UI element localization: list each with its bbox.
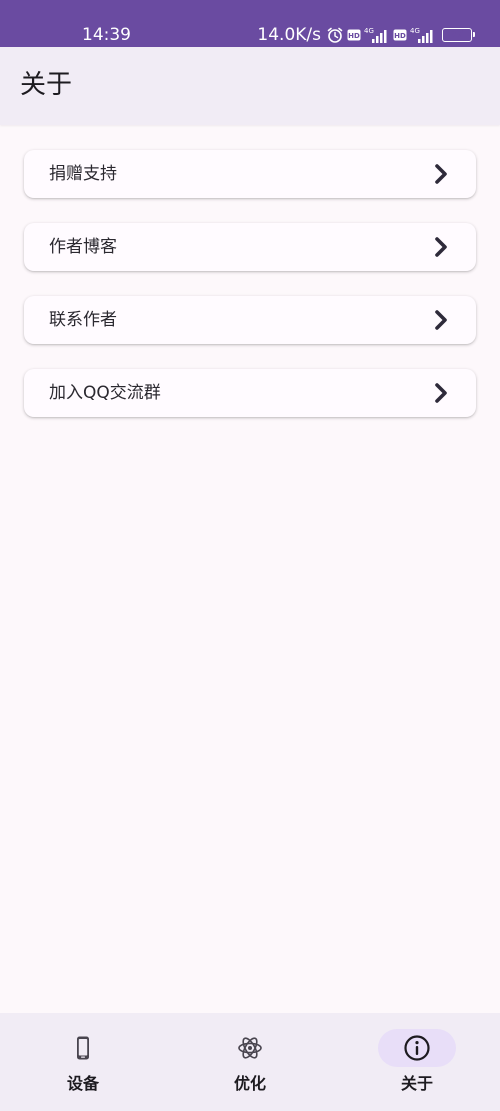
join-qq-group-item[interactable]: 加入QQ交流群 xyxy=(24,369,476,417)
app-bar: 关于 xyxy=(0,47,500,125)
donate-support-item[interactable]: 捐赠支持 xyxy=(24,150,476,198)
status-time: 14:39 xyxy=(82,25,131,45)
page-title: 关于 xyxy=(20,70,73,100)
status-net-speed: 14.0K/s xyxy=(257,25,321,45)
join-qq-group-label: 加入QQ交流群 xyxy=(49,383,161,403)
svg-text:HD: HD xyxy=(348,32,360,40)
nav-tab-device[interactable]: 设备 xyxy=(0,1013,166,1111)
nav-tab-about[interactable]: 关于 xyxy=(334,1013,500,1111)
info-icon xyxy=(404,1035,430,1061)
svg-text:4G: 4G xyxy=(364,27,374,35)
author-blog-item[interactable]: 作者博客 xyxy=(24,223,476,271)
hd-icon: HD xyxy=(347,29,361,41)
battery-icon: 77 xyxy=(442,28,475,42)
atom-icon xyxy=(238,1037,262,1059)
signal-4g-icon: 4G xyxy=(410,27,433,43)
bottom-navigation: 设备 优化 关于 xyxy=(0,1013,500,1111)
chevron-right-icon xyxy=(435,164,447,184)
chevron-right-icon xyxy=(435,383,447,403)
svg-text:4G: 4G xyxy=(410,27,420,35)
nav-label-optimize: 优化 xyxy=(233,1074,266,1093)
status-icons: 14.0K/s HD 4G HD 4G 77 xyxy=(257,24,475,46)
nav-label-device: 设备 xyxy=(66,1074,99,1093)
about-menu-list: 捐赠支持 作者博客 联系作者 加入QQ交流群 xyxy=(24,150,476,442)
svg-text:HD: HD xyxy=(394,32,406,40)
nav-label-about: 关于 xyxy=(400,1074,433,1093)
hd-icon: HD xyxy=(393,29,407,41)
contact-author-label: 联系作者 xyxy=(49,310,117,330)
chevron-right-icon xyxy=(435,310,447,330)
alarm-icon xyxy=(327,27,343,43)
donate-support-label: 捐赠支持 xyxy=(49,164,117,184)
phone-device-icon xyxy=(77,1036,89,1060)
battery-percent: 77 xyxy=(450,29,464,40)
author-blog-label: 作者博客 xyxy=(49,237,117,257)
contact-author-item[interactable]: 联系作者 xyxy=(24,296,476,344)
nav-tab-optimize[interactable]: 优化 xyxy=(167,1013,333,1111)
status-bar: 14:39 14.0K/s HD 4G HD 4G 77 xyxy=(0,0,500,47)
chevron-right-icon xyxy=(435,237,447,257)
signal-4g-icon: 4G xyxy=(364,27,387,43)
